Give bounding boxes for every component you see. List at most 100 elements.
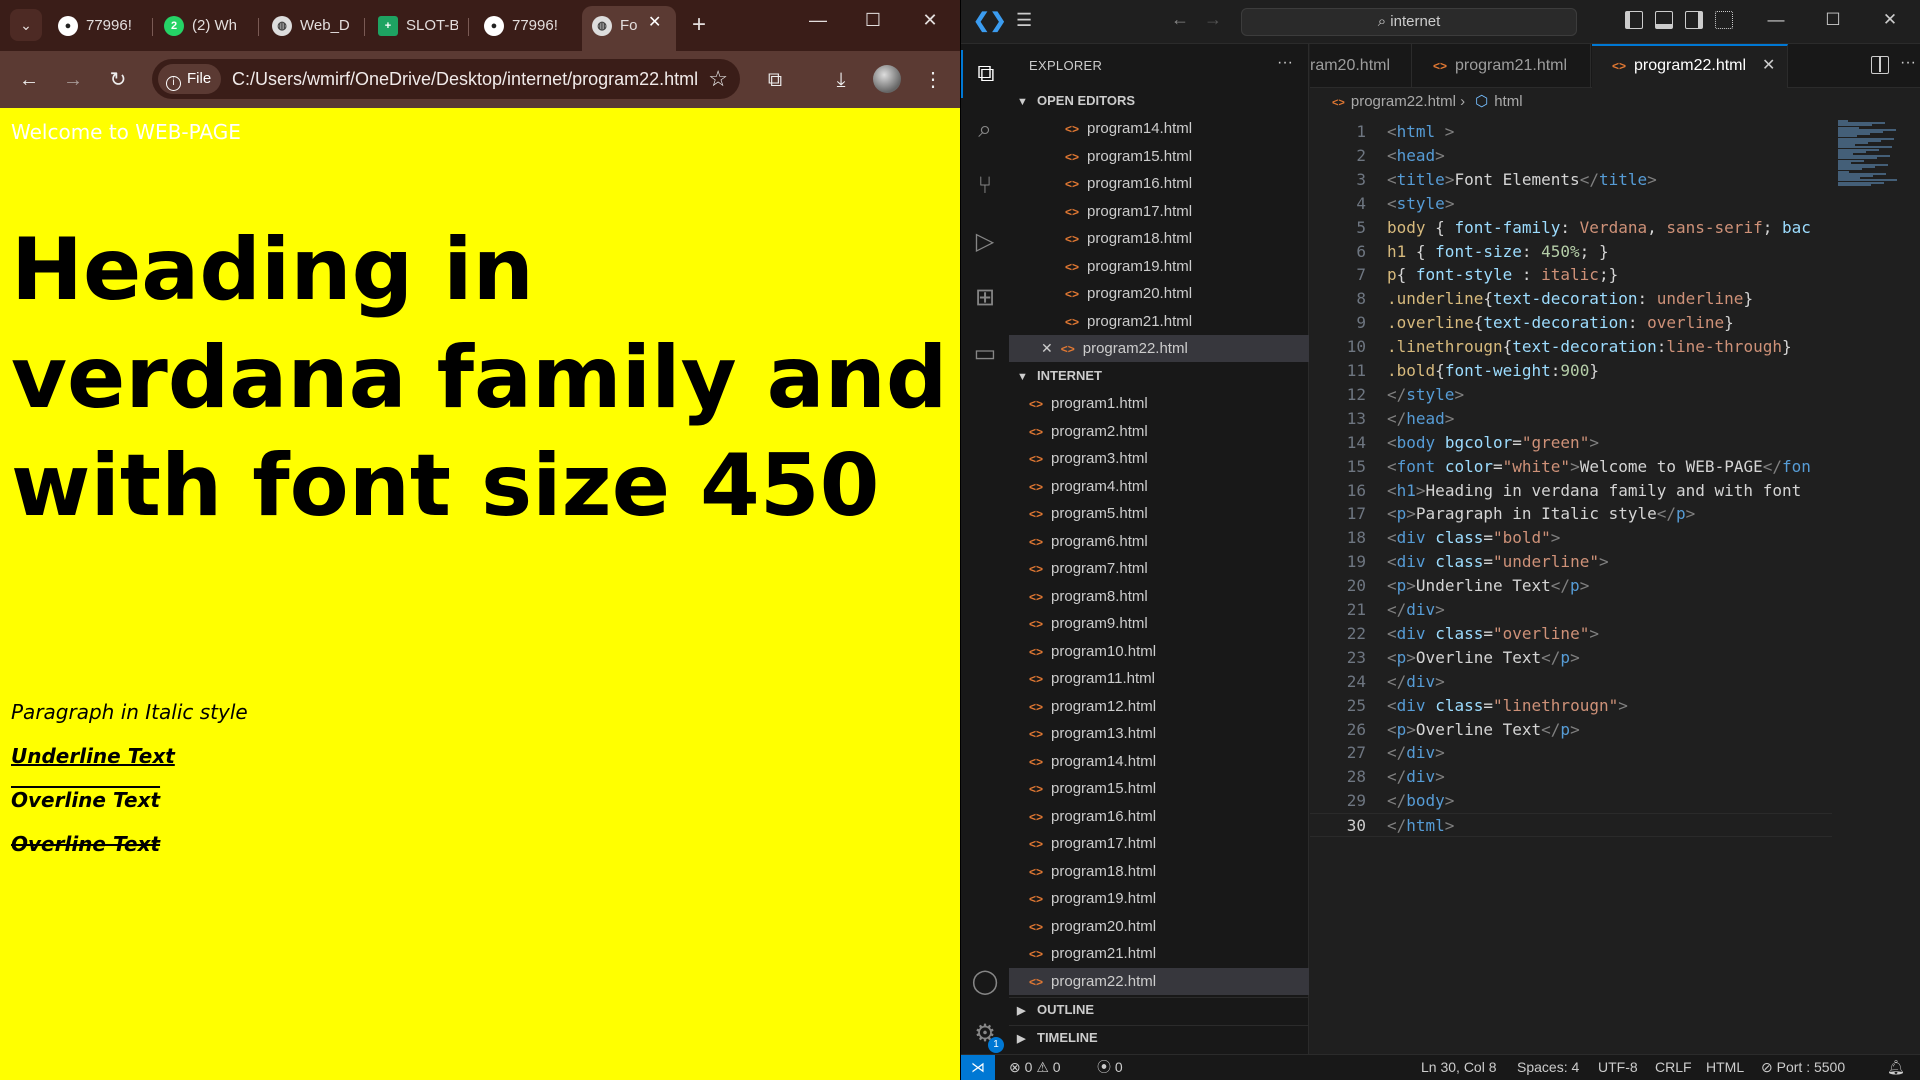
close-tab-icon[interactable]: ✕ xyxy=(1762,46,1775,86)
folder-file-item[interactable]: <> program5.html xyxy=(1009,500,1309,527)
nav-back-icon[interactable]: ← xyxy=(1171,9,1189,30)
folder-file-item[interactable]: <> program16.html xyxy=(1009,803,1309,830)
code-line[interactable]: 2 <head> xyxy=(1310,144,1832,168)
open-editor-item[interactable]: <> program20.html xyxy=(1009,280,1309,307)
code-line[interactable]: 23 <p>Overline Text</p> xyxy=(1310,646,1832,670)
code-line[interactable]: 12 </style> xyxy=(1310,383,1832,407)
open-editor-item[interactable]: <> program15.html xyxy=(1009,143,1309,170)
open-editor-item[interactable]: ✕ <> program22.html xyxy=(1009,335,1309,362)
code-line[interactable]: 3 <title>Font Elements</title> xyxy=(1310,168,1832,192)
command-center-search[interactable]: ⌕ internet xyxy=(1241,8,1577,36)
code-editor[interactable]: 1 <html > 2 <head> 3 <title>Font Elements</ti… xyxy=(1310,116,1832,1016)
ports-indicator[interactable]: ⦿ 0 xyxy=(1097,1055,1123,1080)
code-line[interactable]: 18 <div class="bold"> xyxy=(1310,526,1832,550)
code-line[interactable]: 30 </html> xyxy=(1310,813,1832,838)
download-icon[interactable]: ⤓ xyxy=(826,65,856,95)
minimize-button[interactable]: — xyxy=(803,10,833,31)
code-line[interactable]: 16 <h1>Heading in verdana family and with… xyxy=(1310,479,1832,503)
code-line[interactable]: 7 p{ font-style : italic;} xyxy=(1310,263,1832,287)
code-line[interactable]: 21 </div> xyxy=(1310,598,1832,622)
browser-tab[interactable]: + SLOT-B xyxy=(378,8,458,44)
editor-tab[interactable]: <> program21.html xyxy=(1413,44,1591,88)
outline-header[interactable]: ▶ OUTLINE xyxy=(1009,997,1309,1021)
open-editor-item[interactable]: <> program16.html xyxy=(1009,170,1309,197)
forward-button[interactable]: → xyxy=(58,65,88,95)
explorer-icon[interactable]: ⧉ xyxy=(961,50,1009,98)
folder-file-item[interactable]: <> program13.html xyxy=(1009,720,1309,747)
settings-gear-icon[interactable]: ⚙ 1 xyxy=(961,1010,1009,1058)
cursor-position[interactable]: Ln 30, Col 8 xyxy=(1421,1055,1497,1080)
more-actions-icon[interactable]: ··· xyxy=(1900,54,1916,72)
code-line[interactable]: 20 <p>Underline Text</p> xyxy=(1310,574,1832,598)
folder-file-item[interactable]: <> program22.html xyxy=(1009,967,1309,995)
profile-avatar[interactable] xyxy=(873,65,901,93)
folder-file-item[interactable]: <> program9.html xyxy=(1009,610,1309,637)
vscode-minimize-button[interactable]: — xyxy=(1761,10,1791,30)
account-icon[interactable]: ◯ xyxy=(961,958,1009,1006)
folder-file-item[interactable]: <> program6.html xyxy=(1009,528,1309,555)
code-line[interactable]: 6 h1 { font-size: 450%; } xyxy=(1310,240,1832,264)
toggle-secondary-sidebar-icon[interactable] xyxy=(1685,11,1703,29)
code-line[interactable]: 11 .bold{font-weight:900} xyxy=(1310,359,1832,383)
browser-menu-icon[interactable]: ⋮ xyxy=(918,65,948,95)
search-icon[interactable]: ⌕ xyxy=(961,106,1009,154)
code-line[interactable]: 15 <font color="white">Welcome to WEB-PAG… xyxy=(1310,455,1832,479)
timeline-header[interactable]: ▶ TIMELINE xyxy=(1009,1025,1309,1049)
minimap[interactable] xyxy=(1832,116,1910,186)
indentation[interactable]: Spaces: 4 xyxy=(1517,1055,1579,1080)
back-button[interactable]: ← xyxy=(14,65,44,95)
encoding[interactable]: UTF-8 xyxy=(1598,1055,1638,1080)
browser-tab[interactable]: ● 77996! xyxy=(58,8,148,44)
code-line[interactable]: 8 .underline{text-decoration: underline} xyxy=(1310,287,1832,311)
problems-indicator[interactable]: ⊗ 0 ⚠ 0 xyxy=(1009,1055,1061,1080)
folder-file-item[interactable]: <> program12.html xyxy=(1009,693,1309,720)
code-line[interactable]: 14 <body bgcolor="green"> xyxy=(1310,431,1832,455)
notifications-bell-icon[interactable]: 🔔︎ xyxy=(1887,1055,1905,1080)
code-line[interactable]: 10 .linethrougn{text-decoration:line-thro… xyxy=(1310,335,1832,359)
extensions-icon[interactable]: ⊞ xyxy=(961,274,1009,322)
code-line[interactable]: 9 .overline{text-decoration: overline} xyxy=(1310,311,1832,335)
code-line[interactable]: 25 <div class="linethrougn"> xyxy=(1310,694,1832,718)
open-editor-item[interactable]: <> program21.html xyxy=(1009,308,1309,335)
folder-file-item[interactable]: <> program14.html xyxy=(1009,748,1309,775)
new-tab-button[interactable]: + xyxy=(692,9,706,41)
vscode-maximize-button[interactable]: ☐ xyxy=(1818,10,1848,30)
folder-file-item[interactable]: <> program17.html xyxy=(1009,830,1309,857)
folder-file-item[interactable]: <> program20.html xyxy=(1009,913,1309,940)
folder-file-item[interactable]: <> program10.html xyxy=(1009,638,1309,665)
nav-forward-icon[interactable]: → xyxy=(1204,9,1222,30)
folder-file-item[interactable]: <> program3.html xyxy=(1009,445,1309,472)
live-server-port[interactable]: ⊘ Port : 5500 xyxy=(1761,1055,1845,1080)
folder-file-item[interactable]: <> program18.html xyxy=(1009,858,1309,885)
browser-tab[interactable]: 2 (2) Wh xyxy=(164,8,254,44)
folder-file-item[interactable]: <> program7.html xyxy=(1009,555,1309,582)
folder-header[interactable]: ▼ INTERNET xyxy=(1009,364,1309,388)
site-info-chip[interactable]: i File xyxy=(158,64,222,94)
editor-tab[interactable]: ram20.html xyxy=(1310,44,1412,88)
customize-layout-icon[interactable] xyxy=(1715,11,1733,29)
folder-file-item[interactable]: <> program15.html xyxy=(1009,775,1309,802)
code-line[interactable]: 27 </div> xyxy=(1310,741,1832,765)
hamburger-menu-icon[interactable]: ☰ xyxy=(1016,10,1032,31)
code-line[interactable]: 1 <html > xyxy=(1310,120,1832,144)
code-line[interactable]: 17 <p>Paragraph in Italic style</p> xyxy=(1310,502,1832,526)
editor-scrollbar[interactable] xyxy=(1914,116,1920,1016)
vscode-close-button[interactable]: ✕ xyxy=(1875,10,1905,30)
open-editor-item[interactable]: <> program17.html xyxy=(1009,198,1309,225)
code-line[interactable]: 26 <p>Overline Text</p> xyxy=(1310,718,1832,742)
open-editor-item[interactable]: <> program14.html xyxy=(1009,115,1309,142)
split-editor-icon[interactable] xyxy=(1871,56,1889,74)
browser-tab-active[interactable]: ◍ Fo xyxy=(582,6,676,51)
code-line[interactable]: 22 <div class="overline"> xyxy=(1310,622,1832,646)
folder-file-item[interactable]: <> program21.html xyxy=(1009,940,1309,967)
code-line[interactable]: 5 body { font-family: Verdana, sans-serif… xyxy=(1310,216,1832,240)
breadcrumb-symbol[interactable]: html xyxy=(1494,93,1522,110)
folder-file-item[interactable]: <> program1.html xyxy=(1009,390,1309,417)
bookmark-star-icon[interactable]: ☆ xyxy=(708,59,728,99)
close-window-button[interactable]: ✕ xyxy=(915,10,945,31)
toggle-sidebar-icon[interactable] xyxy=(1625,11,1643,29)
source-control-icon[interactable]: ⑂ xyxy=(961,162,1009,210)
editor-tab-active[interactable]: <> program22.html ✕ xyxy=(1592,44,1788,88)
code-line[interactable]: 29 </body> xyxy=(1310,789,1832,813)
breadcrumb-file[interactable]: program22.html xyxy=(1351,93,1456,110)
